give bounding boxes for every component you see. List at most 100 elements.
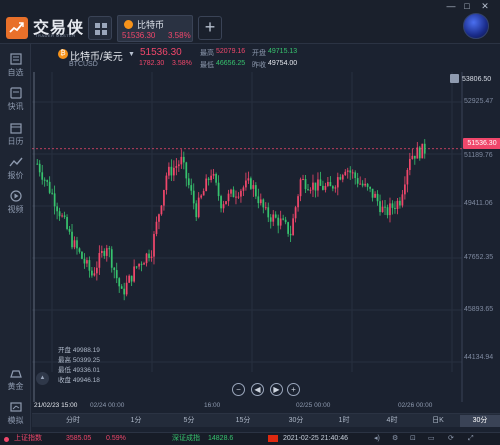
period-1m[interactable]: 1分 — [108, 415, 164, 427]
candle-body — [58, 211, 61, 217]
candle-body — [150, 256, 153, 258]
candle-body — [133, 266, 135, 282]
minimize-button[interactable]: — — [444, 1, 458, 11]
scroll-left-button[interactable]: ◀ — [251, 383, 264, 396]
candle-body — [138, 263, 140, 267]
period-15m[interactable]: 15分 — [214, 415, 272, 427]
maximize-button[interactable]: □ — [460, 1, 474, 11]
candle-body — [123, 288, 126, 295]
candle-body — [287, 222, 290, 234]
candle-body — [46, 180, 49, 182]
status-dot-icon — [4, 437, 9, 442]
brand-logo-icon — [6, 17, 28, 39]
rail-item-calendar[interactable]: 日历 — [0, 119, 31, 153]
zoom-in-button[interactable]: + — [287, 383, 300, 396]
candle-body — [177, 164, 180, 167]
y-tick: 47652.35 — [464, 254, 494, 261]
candle-body — [41, 172, 44, 180]
app-window: 交易侠 TRADER MASTER 比特币 51536.30 3.58% + —… — [0, 0, 500, 445]
candle-body — [349, 170, 352, 173]
chart-menu-icon[interactable] — [450, 74, 459, 83]
zoom-out-button[interactable]: − — [232, 383, 245, 396]
x-tick: 02/25 00:00 — [296, 402, 331, 409]
rail-label: 模拟 — [7, 416, 24, 425]
ohlc-high: 最高 50399.25 — [58, 357, 100, 364]
expand-icon[interactable]: ⤢ — [468, 433, 474, 445]
candle-body — [48, 181, 51, 193]
rail-item-simulate[interactable]: 模拟 — [0, 398, 31, 432]
candle-body — [411, 155, 414, 159]
chevron-down-icon[interactable]: ▼ — [128, 51, 135, 58]
candle-body — [269, 217, 272, 222]
rail-label: 自选 — [7, 68, 24, 77]
candle-body — [324, 185, 327, 190]
rail-item-news[interactable]: 快讯 — [0, 84, 31, 118]
settings-icon[interactable]: ⚙ — [392, 433, 398, 445]
monitor-icon[interactable]: ▭ — [428, 433, 435, 445]
price-chart[interactable]: 53806.50 52925.47 51189.76 49411.06 4765… — [32, 72, 500, 414]
rail-item-watchlist[interactable]: 自选 — [0, 50, 31, 84]
lock-icon[interactable]: ⊡ — [410, 433, 416, 445]
close-button[interactable]: ✕ — [478, 1, 492, 11]
candle-body — [364, 183, 367, 186]
candle-body — [242, 187, 245, 191]
period-daily[interactable]: 日K — [416, 415, 460, 427]
low-label: 最低 — [200, 62, 214, 69]
candle-body — [207, 178, 210, 181]
volume-icon[interactable]: ◂) — [374, 433, 380, 445]
candle-body — [396, 200, 399, 209]
period-timeshare[interactable]: 分时 — [38, 415, 108, 427]
candle-body — [406, 169, 409, 185]
period-1h[interactable]: 1时 — [320, 415, 368, 427]
indicator-toggle-icon[interactable]: ▲ — [36, 372, 49, 385]
scroll-right-button[interactable]: ▶ — [270, 383, 283, 396]
period-30m[interactable]: 30分 — [272, 415, 320, 427]
period-4h[interactable]: 4时 — [368, 415, 416, 427]
candle-body — [163, 189, 165, 206]
avatar[interactable] — [463, 13, 489, 39]
candle-body — [81, 251, 83, 259]
index2-name[interactable]: 深证成指 — [172, 433, 200, 445]
candle-body — [418, 147, 421, 159]
refresh-icon[interactable]: ⟳ — [448, 433, 454, 445]
candle-body — [381, 206, 384, 213]
candle-body — [172, 167, 175, 176]
tab-btcusd[interactable]: 比特币 51536.30 3.58% — [117, 15, 193, 42]
candle-body — [108, 248, 111, 250]
candle-body — [83, 258, 86, 264]
period-5m[interactable]: 5分 — [164, 415, 214, 427]
last-price: 51536.30 — [140, 47, 182, 58]
rail-item-quotes[interactable]: 报价 — [0, 153, 31, 187]
candle-body — [416, 147, 419, 159]
candle-body — [274, 214, 277, 218]
tab-name: 比特币 — [137, 20, 165, 30]
candle-body — [66, 216, 68, 229]
clock: 2021-02-25 21:40:46 — [283, 435, 348, 442]
index-name[interactable]: 上证指数 — [14, 433, 42, 445]
rail-item-gold[interactable]: 黄金 — [0, 364, 31, 398]
candle-body — [78, 248, 81, 252]
rail-label: 视频 — [7, 205, 24, 214]
add-tab-button[interactable]: + — [198, 16, 222, 40]
candlestick-chart[interactable] — [32, 72, 500, 414]
candle-body — [73, 240, 76, 248]
candle-body — [322, 185, 324, 190]
candle-body — [170, 166, 173, 176]
rail-item-video[interactable]: 视频 — [0, 187, 31, 221]
top-value-label: 53806.50 — [462, 76, 492, 83]
candle-body — [399, 200, 401, 206]
candle-body — [76, 240, 78, 249]
cursor-time-label: 21/02/23 15:00 — [34, 402, 78, 409]
candle-body — [247, 178, 250, 181]
candle-body — [408, 158, 411, 170]
candle-body — [331, 186, 334, 189]
index2-value: 14828.6 — [208, 435, 234, 442]
candle-body — [351, 172, 354, 174]
period-active[interactable]: 30分 — [460, 415, 500, 427]
grid-menu-button[interactable] — [88, 16, 112, 40]
high-value: 52079.16 — [216, 48, 246, 55]
candle-body — [232, 189, 235, 198]
status-bar: 上证指数 3585.05 0.59% 深证成指 14828.6 2021-02-… — [0, 432, 500, 445]
rail-label: 黄金 — [7, 382, 24, 391]
candle-body — [210, 175, 212, 181]
